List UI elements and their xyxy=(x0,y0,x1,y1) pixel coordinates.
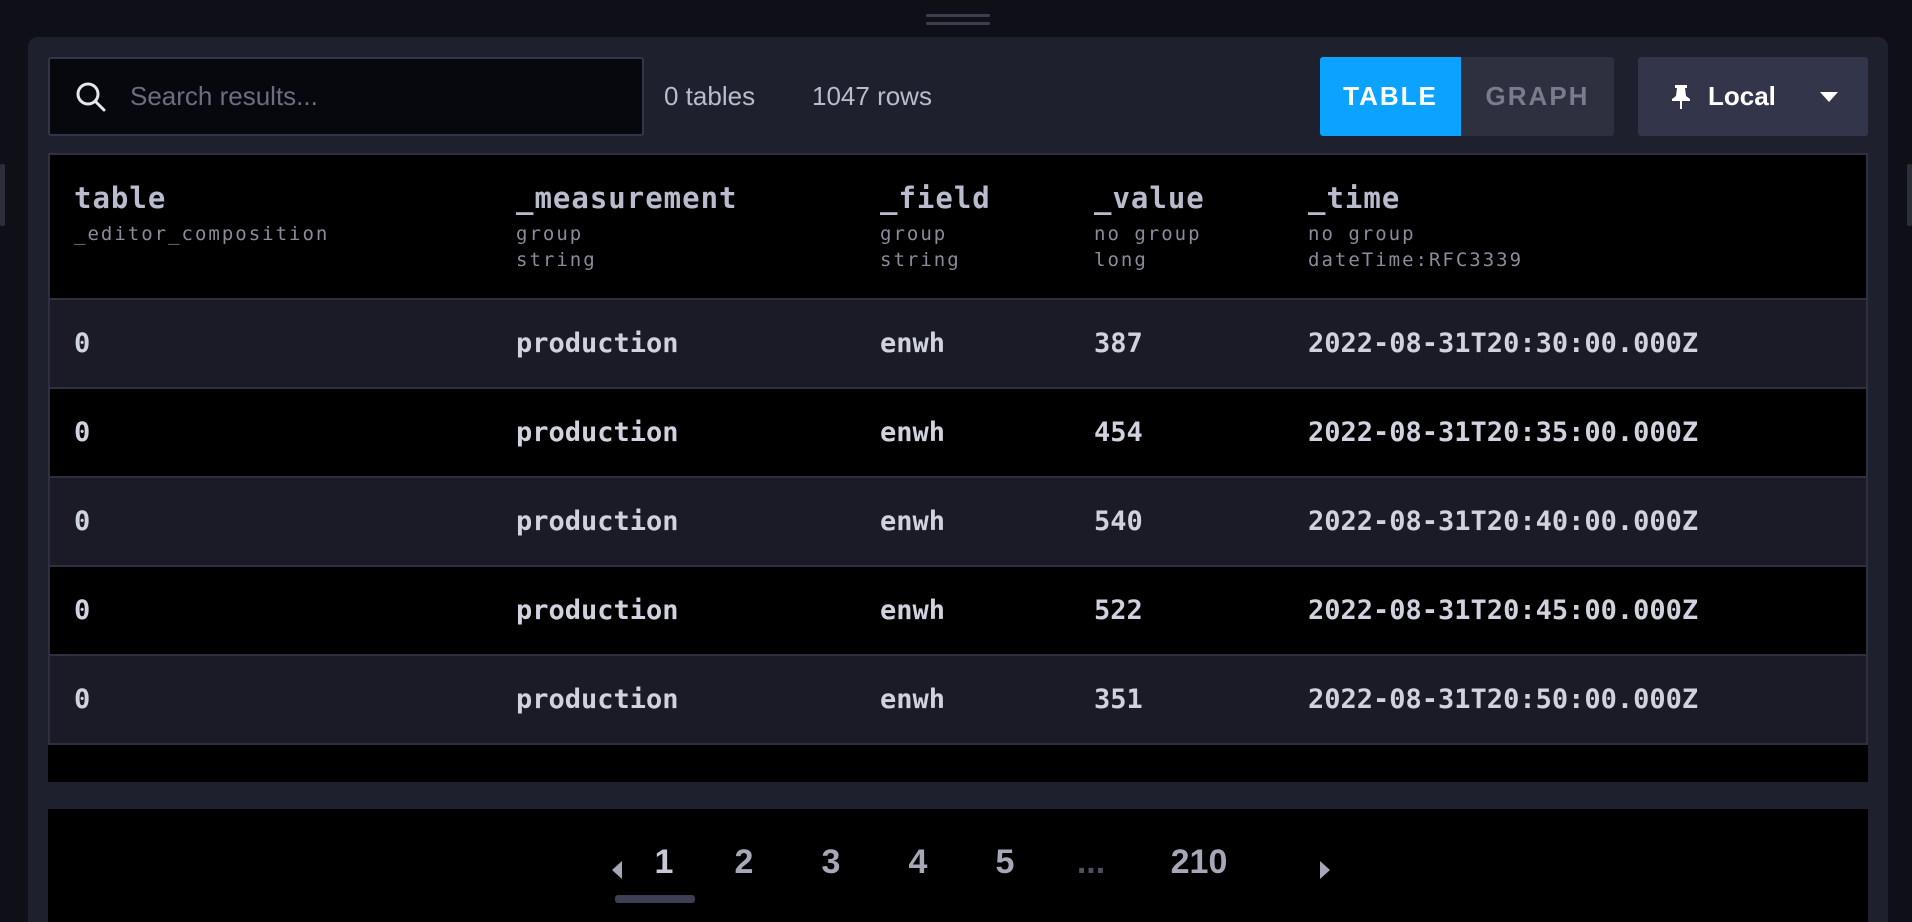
graph-view-button[interactable]: GRAPH xyxy=(1461,57,1614,136)
cell-value: 387 xyxy=(1094,328,1143,359)
column-type: dateTime:RFC3339 xyxy=(1308,249,1524,271)
column-name: _measurement xyxy=(516,181,738,215)
column-header-table[interactable]: table _editor_composition xyxy=(74,181,329,247)
cell-field: enwh xyxy=(880,506,946,537)
previous-page-icon[interactable] xyxy=(612,861,622,879)
column-type: long xyxy=(1094,249,1148,271)
cell-value: 522 xyxy=(1094,595,1143,626)
results-panel: 0 tables 1047 rows TABLE GRAPH Local tab… xyxy=(28,37,1888,922)
table-row: 0 production enwh 387 2022-08-31T20:30:0… xyxy=(50,300,1866,389)
page-button-5[interactable]: 5 xyxy=(987,843,1023,882)
table-header: table _editor_composition _measurement g… xyxy=(50,155,1866,300)
results-table-container[interactable]: table _editor_composition _measurement g… xyxy=(48,153,1868,782)
column-group: group xyxy=(516,223,584,245)
page-button-4[interactable]: 4 xyxy=(900,843,936,882)
cell-measurement: production xyxy=(516,417,679,448)
table-row: 0 production enwh 454 2022-08-31T20:35:0… xyxy=(50,389,1866,478)
column-group: no group xyxy=(1094,223,1202,245)
search-icon xyxy=(76,82,106,111)
cell-time: 2022-08-31T20:50:00.000Z xyxy=(1308,684,1699,715)
chevron-down-icon xyxy=(1820,91,1838,102)
column-name: _field xyxy=(880,181,991,215)
cell-field: enwh xyxy=(880,328,946,359)
current-page-indicator xyxy=(615,895,695,903)
column-header-value[interactable]: _value no group long xyxy=(1094,181,1205,273)
table-row: 0 production enwh 540 2022-08-31T20:40:0… xyxy=(50,478,1866,567)
column-name: _value xyxy=(1094,181,1205,215)
cell-field: enwh xyxy=(880,417,946,448)
column-header-field[interactable]: _field group string xyxy=(880,181,991,273)
tables-count: 0 tables xyxy=(664,81,756,111)
cell-measurement: production xyxy=(516,328,679,359)
cell-field: enwh xyxy=(880,595,946,626)
column-header-time[interactable]: _time no group dateTime:RFC3339 xyxy=(1308,181,1523,273)
table-row: 0 production enwh 522 2022-08-31T20:45:0… xyxy=(50,567,1866,656)
pagination: 1 2 3 4 5 ... 210 xyxy=(48,809,1868,922)
column-name: _time xyxy=(1308,181,1401,215)
rows-count: 1047 rows xyxy=(812,81,932,111)
search-box[interactable] xyxy=(48,57,644,136)
cell-measurement: production xyxy=(516,506,679,537)
cell-table: 0 xyxy=(74,328,91,359)
cell-table: 0 xyxy=(74,506,91,537)
column-header-measurement[interactable]: _measurement group string xyxy=(516,181,738,273)
cell-time: 2022-08-31T20:40:00.000Z xyxy=(1308,506,1699,537)
cell-time: 2022-08-31T20:30:00.000Z xyxy=(1308,328,1699,359)
timezone-dropdown[interactable]: Local xyxy=(1638,57,1868,136)
cell-time: 2022-08-31T20:45:00.000Z xyxy=(1308,595,1699,626)
cell-table: 0 xyxy=(74,684,91,715)
column-group: no group xyxy=(1308,223,1416,245)
column-type: string xyxy=(880,249,961,271)
search-input[interactable] xyxy=(128,80,612,113)
cell-value: 540 xyxy=(1094,506,1143,537)
pin-icon xyxy=(1672,84,1690,109)
left-resize-handle[interactable] xyxy=(0,164,5,226)
cell-table: 0 xyxy=(74,417,91,448)
results-table: table _editor_composition _measurement g… xyxy=(48,153,1868,745)
cell-value: 351 xyxy=(1094,684,1143,715)
panel-resize-handle[interactable] xyxy=(926,14,990,27)
column-group: group xyxy=(880,223,948,245)
cell-value: 454 xyxy=(1094,417,1143,448)
page-button-3[interactable]: 3 xyxy=(813,843,849,882)
page-ellipsis: ... xyxy=(1076,843,1106,881)
cell-measurement: production xyxy=(516,684,679,715)
column-name: table xyxy=(74,181,167,215)
column-type: string xyxy=(516,249,597,271)
view-toggle: TABLE GRAPH xyxy=(1320,57,1614,136)
table-row: 0 production enwh 351 2022-08-31T20:50:0… xyxy=(50,656,1866,743)
cell-measurement: production xyxy=(516,595,679,626)
page-button-2[interactable]: 2 xyxy=(726,843,762,882)
results-toolbar: 0 tables 1047 rows TABLE GRAPH Local xyxy=(48,57,1868,136)
page-button-last[interactable]: 210 xyxy=(1164,843,1234,882)
column-group: _editor_composition xyxy=(74,223,330,245)
next-page-icon[interactable] xyxy=(1320,861,1330,879)
page-button-1[interactable]: 1 xyxy=(646,843,682,882)
right-resize-handle[interactable] xyxy=(1907,164,1912,226)
cell-time: 2022-08-31T20:35:00.000Z xyxy=(1308,417,1699,448)
cell-field: enwh xyxy=(880,684,946,715)
timezone-label: Local xyxy=(1708,81,1776,111)
table-view-button[interactable]: TABLE xyxy=(1320,57,1461,136)
cell-table: 0 xyxy=(74,595,91,626)
